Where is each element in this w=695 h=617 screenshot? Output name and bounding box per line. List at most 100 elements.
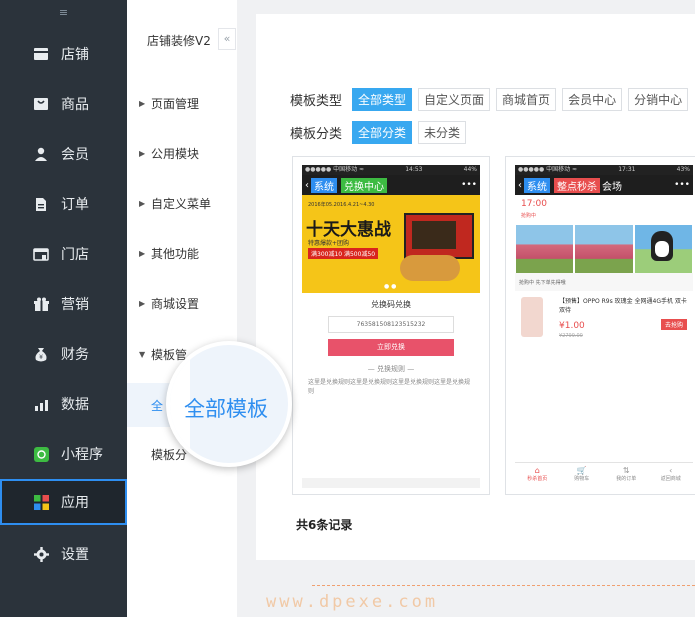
flower-field-image [575,225,633,273]
sidebar-item-marketing[interactable]: 营销 [0,281,127,327]
back-icon: ‹ [305,179,309,191]
sidebar-item-member[interactable]: 会员 [0,131,127,177]
sidebar-item-label: 应用 [61,495,89,511]
subnav-item-custom-menu[interactable]: ▶ 自定义菜单 [139,195,211,212]
collapse-subnav-button[interactable]: « [218,28,236,50]
oven-image [404,213,474,259]
sidebar-item-apps[interactable]: 应用 [0,479,127,525]
member-icon [33,146,49,162]
tab-sale-home: ⌂ 秒杀首页 [515,463,560,488]
image-strip [515,225,693,273]
sidebar-collapse-icon[interactable]: ≡ [0,0,127,28]
watermark: www.dpexe.com [266,592,439,612]
product-item: 【预售】OPPO R9s 玫瑰金 全网通4G手机 双卡双待 ¥1.00 ¥279… [515,291,693,347]
template-card[interactable]: ●●●●● 中国移动 ≈ 17:31 43% ‹ 系统 整点秒杀 会场 ••• 17… [505,156,695,495]
sale-status: 抢购中 [521,213,537,219]
chip-distribution-center[interactable]: 分销中心 [628,88,689,111]
caret-right-icon: ▶ [139,299,146,308]
system-badge: 系统 [524,177,550,193]
phone-title-bar: ‹ 系统 整点秒杀 会场 ••• [515,175,693,195]
sidebar-item-order[interactable]: 订单 [0,181,127,227]
store-icon [33,46,49,62]
banner-subtitle: 特惠爆款+团购 [308,240,350,247]
sale-time: 17:00 [521,199,547,209]
sidebar-item-miniprogram[interactable]: 小程序 [0,431,127,477]
product-price: ¥1.00 [559,321,585,331]
sidebar-item-label: 商品 [61,97,89,113]
subnav-child-all-templates[interactable]: 全 [151,397,163,414]
chip-member-center[interactable]: 会员中心 [562,88,623,111]
back-icon: ‹ [518,179,522,191]
caret-right-icon: ▶ [139,99,146,108]
banner-headline: 十天大惠战 [306,220,391,240]
sidebar-item-label: 小程序 [61,447,103,463]
svg-text:¥: ¥ [39,354,43,361]
carrier: ●●●●● 中国移动 ≈ [305,166,365,173]
time: 17:31 [618,166,636,173]
order-icon [33,196,49,212]
page-title: 兑换中心 [341,177,387,193]
more-icon: ••• [674,180,690,190]
caret-right-icon: ▶ [139,199,146,208]
cart-icon: 🛒 [576,466,587,475]
banner-discount: 满300减10 满500减50 [308,248,379,259]
template-card[interactable]: ●●●●● 中国移动 ≈ 14:53 44% ‹ 系统 兑换中心 ••• 2016年… [292,156,490,495]
tab-my-orders: ⇅ 我的订单 [604,463,649,488]
sidebar-item-label: 门店 [61,247,89,263]
sidebar-item-shop[interactable]: 门店 [0,231,127,277]
rule-heading: — 兑换规则 — [367,365,415,373]
time: 14:53 [405,166,423,173]
subnav-item-label: 商城设置 [151,297,200,311]
apps-icon [33,494,49,510]
subnav-item-other[interactable]: ▶ 其他功能 [139,245,199,262]
tab-cart: 🛒 购物车 [560,463,605,488]
sidebar-item-label: 会员 [61,147,89,163]
filter-label: 模板分类 [290,127,343,142]
page-title: 整点秒杀 [554,177,600,193]
sidebar-item-label: 财务 [61,347,89,363]
subnav-title: 店铺装修V2 [147,34,211,48]
gear-icon [33,546,49,562]
product-old-price: ¥2799.00 [559,333,583,339]
caret-down-icon: ▼ [139,350,146,359]
bread-image [400,255,460,281]
sidebar-item-data[interactable]: 数据 [0,381,127,427]
subnav-item-label: 页面管理 [151,97,200,111]
buy-button: 去抢购 [660,319,687,330]
subnav-item-page-manage[interactable]: ▶ 页面管理 [139,95,199,112]
subnav-item-label: 其他功能 [151,247,200,261]
tab-label: 购物车 [574,476,590,482]
tab-label: 返回商城 [660,476,681,482]
home-icon: ⌂ [534,466,540,475]
filter-label: 模板类型 [290,94,343,109]
shop-icon [33,246,49,262]
main-panel: 模板类型 全部类型 自定义页面 商城首页 会员中心 分销中心 模板分类 全部分类… [256,14,695,560]
subnav-item-common-module[interactable]: ▶ 公用模块 [139,145,199,162]
sidebar-item-finance[interactable]: ¥ 财务 [0,331,127,377]
group-row: 抢购中 先下单先得哦 [515,273,693,291]
back-icon: ‹ [669,466,673,475]
template-preview: ●●●●● 中国移动 ≈ 17:31 43% ‹ 系统 整点秒杀 会场 ••• 17… [515,165,693,488]
sidebar-item-settings[interactable]: 设置 [0,531,127,577]
redeem-title: 兑换码兑换 [371,300,411,309]
sidebar-item-goods[interactable]: 商品 [0,81,127,127]
chip-custom-page[interactable]: 自定义页面 [418,88,491,111]
sidebar-item-label: 营销 [61,297,89,313]
phone-tab-bar: ⌂ 秒杀首页 🛒 购物车 ⇅ 我的订单 ‹ 返回商城 [515,462,693,488]
tab-label: 我的订单 [616,476,637,482]
magnified-all-templates: 全部模板 [184,397,268,421]
chip-uncategorized[interactable]: 未分类 [418,121,467,144]
carrier: ●●●●● 中国移动 ≈ [518,166,578,173]
subnav-item-mall-settings[interactable]: ▶ 商城设置 [139,295,199,312]
page-title-suffix: 会场 [602,181,622,193]
battery: 43% [676,166,690,173]
chip-mall-home[interactable]: 商城首页 [496,88,557,111]
app-root: ≡ 店铺 商品 会员 订单 门店 营销 ¥ 财务 数据 小程序 应用 设置 店铺… [0,0,695,617]
banner-date: 2016年05.2016.4.21~4.30 [308,202,375,208]
caret-right-icon: ▶ [139,149,146,158]
chip-all-categories[interactable]: 全部分类 [352,121,413,144]
subnav-item-label: 公用模块 [151,147,200,161]
money-bag-icon: ¥ [33,346,49,362]
sidebar-item-store[interactable]: 店铺 [0,31,127,77]
chip-all-types[interactable]: 全部类型 [352,88,413,111]
